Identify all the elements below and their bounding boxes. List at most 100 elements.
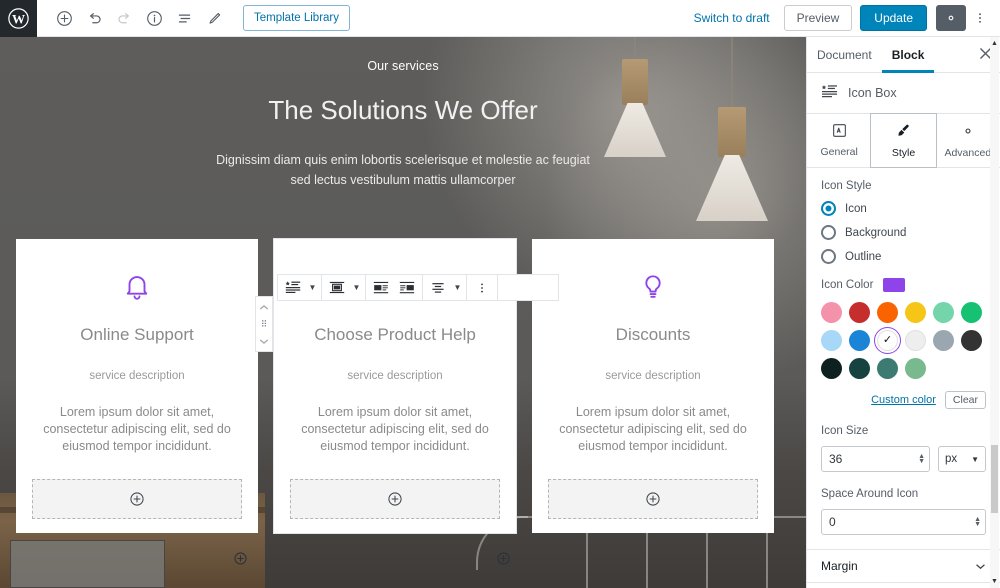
card-title[interactable]: Online Support — [32, 325, 242, 345]
card-subtitle[interactable]: service description — [548, 370, 758, 382]
card-title[interactable]: Discounts — [548, 325, 758, 345]
inline-inserter-button[interactable] — [232, 550, 249, 567]
svg-text:W: W — [12, 11, 25, 26]
color-swatch-9[interactable] — [905, 330, 926, 351]
card-subtitle[interactable]: service description — [290, 370, 500, 382]
update-button[interactable]: Update — [860, 5, 927, 31]
selected-block-name: Icon Box — [848, 86, 897, 100]
card-title[interactable]: Choose Product Help — [290, 325, 500, 345]
hero-eyebrow[interactable]: Our services — [0, 59, 806, 73]
color-swatch-10[interactable] — [933, 330, 954, 351]
undo-button[interactable] — [79, 0, 109, 37]
inline-inserter-button[interactable] — [495, 550, 512, 567]
radio-icon[interactable] — [821, 201, 836, 216]
accordion-margin-label: Margin — [821, 559, 858, 573]
block-appender[interactable] — [32, 479, 242, 519]
align-center-icon[interactable] — [324, 275, 350, 300]
radio-icon[interactable] — [821, 225, 836, 240]
card-body-text[interactable]: Lorem ipsum dolor sit amet, consectetur … — [290, 404, 500, 455]
color-swatch-1[interactable] — [849, 302, 870, 323]
radio-option-icon[interactable]: Icon — [821, 201, 986, 216]
color-swatch-14[interactable] — [877, 358, 898, 379]
switch-to-draft-button[interactable]: Switch to draft — [684, 11, 780, 25]
accordion-margin[interactable]: Margin — [807, 549, 1000, 582]
chevron-up-icon[interactable]: ▲ — [990, 38, 999, 49]
kebab-vertical-icon[interactable] — [469, 275, 495, 300]
wordpress-logo-icon[interactable]: W — [0, 0, 37, 37]
text-align-center-icon[interactable] — [425, 275, 451, 300]
radio-option-outline[interactable]: Outline — [821, 249, 986, 264]
space-around-icon-input[interactable]: 0 ▲ ▼ — [821, 509, 986, 535]
hero-subtitle[interactable]: Dignissim diam quis enim lobortis sceler… — [0, 150, 806, 190]
color-swatch-grid[interactable]: ✓ — [821, 302, 991, 379]
icon-size-input[interactable]: 36 ▲ ▼ — [821, 446, 930, 472]
editor-canvas[interactable]: Our services The Solutions We Offer Dign… — [0, 37, 806, 588]
icon-box-block-icon[interactable] — [280, 275, 306, 300]
color-swatch-12[interactable] — [821, 358, 842, 379]
scrollbar-thumb[interactable] — [991, 445, 998, 513]
tab-block[interactable]: Block — [882, 37, 935, 73]
chevron-down-icon[interactable]: ▼ — [306, 275, 319, 300]
redo-button[interactable] — [109, 0, 139, 37]
chevron-down-icon[interactable]: ▼ — [350, 275, 363, 300]
template-library-button[interactable]: Template Library — [243, 5, 351, 31]
clear-color-button[interactable]: Clear — [944, 391, 986, 409]
accordion-advanced[interactable]: Advanced — [807, 582, 1000, 588]
color-swatch-13[interactable] — [849, 358, 870, 379]
preview-button[interactable]: Preview — [783, 5, 853, 31]
sidebar-scrollbar[interactable]: ▲ ▼ — [990, 37, 999, 588]
radio-option-icon-label: Icon — [845, 202, 867, 215]
radio-option-outline-label: Outline — [845, 250, 882, 263]
media-left-icon[interactable] — [368, 275, 394, 300]
plus-circle-icon — [497, 552, 510, 565]
block-movers[interactable]: ⠿ — [255, 296, 273, 352]
block-appender[interactable] — [548, 479, 758, 519]
stepper-icon[interactable]: ▲ ▼ — [974, 516, 981, 528]
card-subtitle[interactable]: service description — [32, 370, 242, 382]
block-toolbar[interactable]: ▼ ▼ ▼ — [277, 274, 559, 301]
tab-general[interactable]: General — [807, 114, 871, 167]
current-color-chip[interactable] — [883, 278, 906, 292]
edit-mode-button[interactable] — [199, 0, 229, 37]
lightbulb-icon[interactable] — [548, 267, 758, 307]
tab-style[interactable]: Style — [870, 113, 937, 168]
radio-option-background[interactable]: Background — [821, 225, 986, 240]
gear-icon[interactable] — [936, 5, 966, 31]
chevron-down-icon[interactable]: ▼ — [451, 275, 464, 300]
chevron-up-icon[interactable] — [256, 300, 272, 314]
block-appender[interactable] — [290, 479, 500, 519]
card-body-text[interactable]: Lorem ipsum dolor sit amet, consectetur … — [32, 404, 242, 455]
block-navigation-button[interactable] — [169, 0, 199, 37]
icon-box-card[interactable]: Online Support service description Lorem… — [16, 239, 258, 533]
page-title[interactable]: The Solutions We Offer — [0, 95, 806, 126]
radio-icon[interactable] — [821, 249, 836, 264]
color-swatch-7[interactable] — [849, 330, 870, 351]
chevron-down-icon[interactable] — [256, 334, 272, 348]
color-swatch-5[interactable] — [961, 302, 982, 323]
color-swatch-15[interactable] — [905, 358, 926, 379]
media-right-icon[interactable] — [394, 275, 420, 300]
icon-color-label: Icon Color — [821, 279, 874, 291]
kebab-vertical-icon[interactable] — [968, 3, 992, 33]
card-body-text[interactable]: Lorem ipsum dolor sit amet, consectetur … — [548, 404, 758, 455]
icon-box-card[interactable]: Discounts service description Lorem ipsu… — [532, 239, 774, 533]
icon-size-unit-select[interactable]: px ▼ — [938, 446, 986, 472]
color-swatch-6[interactable] — [821, 330, 842, 351]
color-swatch-0[interactable] — [821, 302, 842, 323]
color-swatch-11[interactable] — [961, 330, 982, 351]
color-swatch-8[interactable]: ✓ — [874, 327, 901, 354]
custom-color-link[interactable]: Custom color — [871, 394, 936, 406]
bell-icon[interactable] — [32, 267, 242, 307]
content-info-button[interactable] — [139, 0, 169, 37]
add-block-button[interactable] — [49, 0, 79, 37]
color-swatch-3[interactable] — [905, 302, 926, 323]
color-swatch-2[interactable] — [877, 302, 898, 323]
block-type-group: ▼ — [278, 275, 322, 300]
chevron-down-icon[interactable]: ▼ — [990, 576, 999, 587]
drag-handle-icon[interactable]: ⠿ — [261, 320, 268, 329]
stepper-icon[interactable]: ▲ ▼ — [918, 453, 925, 465]
hero-text-block[interactable]: Our services The Solutions We Offer Dign… — [0, 37, 806, 190]
color-swatch-4[interactable] — [933, 302, 954, 323]
tab-document[interactable]: Document — [807, 37, 882, 73]
